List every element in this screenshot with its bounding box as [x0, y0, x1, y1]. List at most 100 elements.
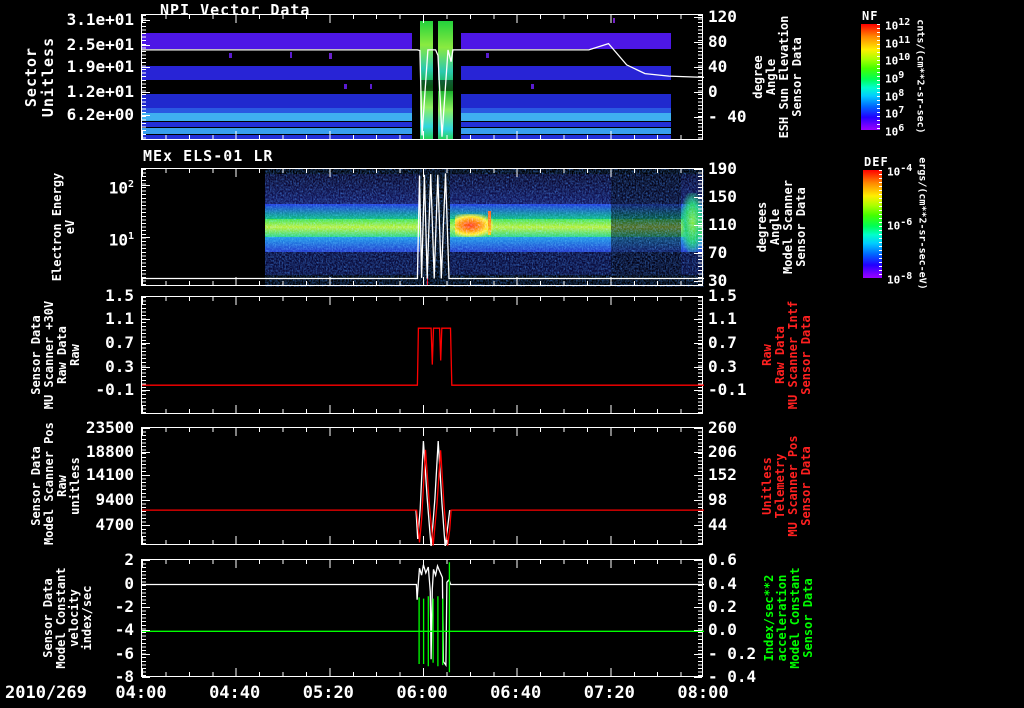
axis-label-left-model: Sensor Data Model Constant velocity index/s…	[41, 559, 94, 677]
trace-mu-scanner-30v-raw	[142, 327, 704, 386]
axis-label-line: Unitless	[39, 36, 57, 118]
npi-trace-layer	[142, 42, 704, 137]
tick-mark	[142, 677, 150, 678]
tick-mark	[694, 319, 702, 320]
tick-mark	[694, 653, 702, 655]
tick-mark	[694, 390, 702, 392]
tick-mark	[694, 296, 702, 297]
axis-label-left-npi: Sector Unitless	[22, 14, 57, 140]
tick-mark	[142, 20, 150, 22]
tick-mark	[694, 342, 702, 344]
tick-mark	[694, 500, 702, 502]
colorbar-title-def: DEF	[864, 155, 889, 169]
tick-mark	[142, 296, 150, 297]
date-label: 2010/269	[5, 683, 87, 703]
tick-mark	[694, 606, 702, 608]
tick-mark	[142, 342, 150, 344]
mu30-trace-layer	[142, 327, 704, 386]
x-tick-label: 05:20	[302, 683, 354, 703]
axis-label-line: Sector	[22, 46, 40, 108]
tick-label: 102	[108, 178, 134, 198]
tick-mark	[694, 560, 702, 562]
tick-mark	[694, 41, 702, 43]
model-trace-layer	[142, 562, 704, 673]
colorbar-tick-label: 109	[885, 70, 905, 86]
colorbar-units-def: ergs/(cm**2-sr-sec-eV)	[916, 157, 928, 290]
tick-mark	[142, 92, 150, 94]
tick-mark	[142, 428, 150, 430]
colorbar-nf	[861, 24, 880, 130]
tick-mark	[694, 525, 702, 527]
tick-mark	[142, 184, 150, 186]
colorbar-tick-label: 1010	[885, 52, 911, 68]
colorbar-tick-label: 108	[885, 87, 905, 104]
x-tick-label: 04:40	[209, 683, 261, 703]
panel-npi-spectrogram	[141, 14, 704, 140]
tick-mark	[694, 452, 702, 454]
x-tick-label: 07:20	[583, 683, 635, 703]
tick-mark	[142, 525, 150, 527]
tick-mark	[142, 630, 150, 632]
trace-model-constant-acceleration	[142, 562, 704, 673]
x-tick-label: 06:40	[490, 683, 542, 703]
axis-label-line: Sensor Data	[801, 578, 815, 658]
panel-mu-scanner-30v	[141, 296, 704, 414]
axis-label-right-model: Index/sec**2 acceleration Model Constant Se…	[762, 559, 815, 677]
tick-mark	[694, 367, 702, 369]
tick-mark	[694, 66, 702, 68]
axis-label-left-els: Electron Energy eV	[50, 168, 77, 286]
axis-label-line: Sensor Data	[790, 37, 804, 117]
tick-mark	[694, 475, 702, 477]
tick-mark	[694, 17, 702, 19]
panel2-title: MEx ELS-01 LR	[143, 147, 274, 165]
tick-mark	[694, 116, 702, 118]
panel-scanner-pos	[141, 427, 704, 546]
tick-mark	[694, 677, 702, 678]
tick-mark	[142, 583, 150, 585]
tick-mark	[142, 560, 150, 562]
tick-mark	[142, 390, 150, 392]
axis-label-right-pos: Unitless Telemetry MU Scanner Pos Sensor Da…	[760, 427, 813, 545]
trace-sun-elevation-angle	[142, 42, 704, 137]
tick-mark	[694, 252, 702, 254]
axis-label-line: Raw	[68, 344, 82, 366]
colorbar-tick-label: 10-6	[887, 217, 913, 233]
axis-label-line: index/sec	[80, 585, 94, 651]
axis-label-line: Sensor Data	[799, 446, 813, 526]
tick-mark	[142, 44, 150, 46]
tick-mark	[142, 452, 150, 454]
tick-label: 101	[108, 230, 134, 250]
axis-label-line: Sensor Data	[799, 315, 813, 395]
axis-label-right-els: degrees Angle Model Scanner Sensor Data	[755, 168, 808, 286]
axis-label-left-pos: Sensor Data Model Scanner Pos Raw unitless	[29, 422, 82, 545]
tick-mark	[142, 115, 150, 117]
tick-mark	[142, 237, 150, 239]
tick-mark	[694, 583, 702, 585]
tick-mark	[142, 367, 150, 369]
tick-mark	[694, 224, 702, 226]
axis-label-line: Sensor Data	[794, 187, 808, 267]
colorbar-tick-label: 106	[885, 123, 905, 139]
tick-mark	[142, 319, 150, 320]
x-tick-label: 04:00	[115, 683, 167, 703]
colorbar-tick-label: 10-8	[887, 271, 913, 287]
plot-stage: NPI Vector Data MEx ELS-01 LR 2010/269 3…	[0, 0, 1024, 708]
pos-trace-layer	[142, 440, 704, 546]
x-tick-label: 06:00	[396, 683, 448, 703]
tick-mark	[694, 630, 702, 632]
axis-label-left-mu30: Sensor Data MU Scanner +30V Raw Data Raw	[29, 296, 82, 414]
panel-els-spectrogram	[141, 168, 704, 287]
trace-model-scanner-pos-raw	[142, 449, 704, 546]
trace-scanner-angle	[142, 173, 704, 280]
tick-mark	[694, 428, 702, 430]
tick-mark	[142, 606, 150, 608]
panel-model-constant	[141, 559, 704, 677]
axis-label-right-mu30: Raw Raw Data MU Scanner Intf Sensor Data	[760, 296, 813, 414]
colorbar-tick-label: 1011	[885, 34, 911, 51]
colorbar-def	[863, 170, 882, 278]
x-tick-label: 08:00	[677, 683, 729, 703]
tick-mark	[694, 91, 702, 93]
tick-mark	[694, 197, 702, 199]
axis-label-line: eV	[63, 219, 77, 235]
colorbar-tick-label: 107	[885, 105, 905, 121]
